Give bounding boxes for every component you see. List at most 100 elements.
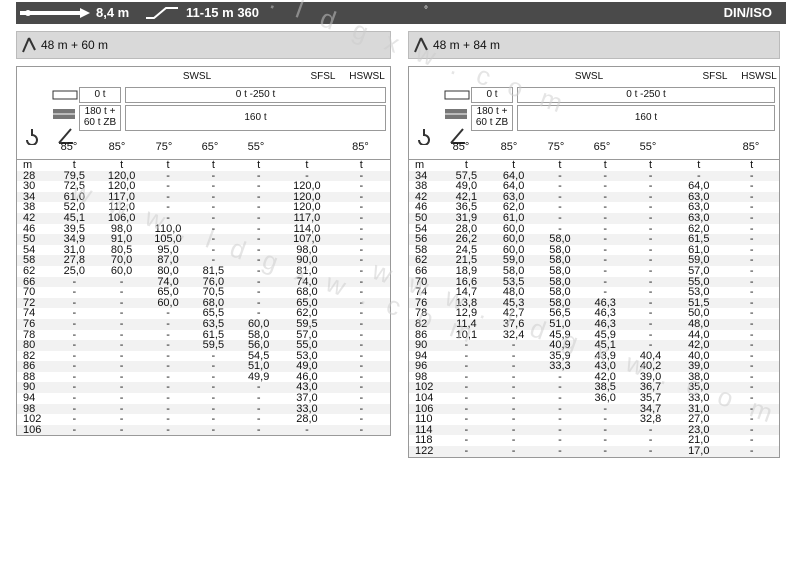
radius-cell: 106 bbox=[17, 425, 51, 436]
swsl-label: SWSL bbox=[182, 71, 212, 82]
ballast-main: 160 t bbox=[125, 105, 386, 131]
load-cell: - bbox=[490, 446, 538, 457]
unit-cell: t bbox=[257, 159, 261, 171]
load-cell: - bbox=[281, 425, 333, 436]
angle-header: 85° bbox=[352, 141, 369, 153]
counterweight-range: 0 t -250 t bbox=[125, 87, 386, 103]
load-cell: - bbox=[537, 213, 583, 224]
radius-cell: 42 bbox=[17, 213, 51, 224]
standard-label: DIN/ISO bbox=[723, 5, 772, 20]
counterweight-icon bbox=[444, 90, 470, 100]
hswsl-label: HSWSL bbox=[741, 71, 777, 82]
load-cell: - bbox=[724, 446, 779, 457]
ballast-superlift: 180 t + 60 t ZB bbox=[79, 105, 121, 131]
load-cell: - bbox=[648, 264, 653, 277]
load-cell: 60,0 bbox=[236, 319, 282, 330]
load-cell: 117,0 bbox=[281, 213, 333, 224]
load-cell: 58,0 bbox=[502, 264, 525, 277]
table-row: 62 25,0 60,0 80,0 81,5 - 81,0 - bbox=[17, 266, 390, 277]
radius-cell: 62 bbox=[23, 264, 36, 277]
luffing-jib-icon bbox=[414, 37, 428, 53]
load-cell: - bbox=[627, 213, 674, 224]
angle-header: 85° bbox=[60, 141, 78, 153]
load-rows: m t t t t t t t 28 79,5 120,0- - - - -30 72,5 120,0- - -12… bbox=[17, 159, 390, 436]
load-cell: - bbox=[582, 446, 628, 457]
load-cell: - bbox=[332, 213, 390, 224]
radius-range: 11-15 m 360 bbox=[186, 5, 260, 20]
boom-config-header: 48 m + 60 m bbox=[16, 31, 391, 59]
unit-cell: t bbox=[697, 159, 701, 171]
boom-config: 48 m + 84 m bbox=[433, 38, 501, 52]
counterweight-icon bbox=[52, 90, 78, 100]
load-cell: - bbox=[603, 264, 608, 277]
load-cell: 60,0 bbox=[110, 264, 133, 277]
load-cell: 48,0 bbox=[673, 319, 725, 330]
ballast-main: 160 t bbox=[517, 105, 775, 131]
load-cell: - bbox=[190, 213, 237, 224]
boom-length: 8,4 m bbox=[96, 5, 130, 20]
table-header: SWSL SFSL HSWSL 0 t0 t -250 t 180 t + 60 t Z… bbox=[17, 67, 390, 160]
table-header: SWSL SFSL HSWSL 0 t0 t -250 t 180 t + 60 t Z… bbox=[409, 67, 779, 160]
unit-cell: t bbox=[464, 159, 468, 171]
load-cell: 63,5 bbox=[190, 319, 237, 330]
table-row: 50 31,9 61,0- - -63,0- bbox=[409, 213, 779, 224]
load-cell: - bbox=[145, 213, 191, 224]
load-cell: - bbox=[97, 319, 146, 330]
load-cell: - bbox=[236, 425, 282, 436]
angle-header: 55° bbox=[247, 141, 265, 153]
right-load-chart: 48 m + 84 m SWSL SFSL HSWSL 0 t0 t -250 t 180… bbox=[408, 31, 781, 458]
angle-row: 85° 85° 75° 65° 55° 85° bbox=[409, 141, 779, 157]
jib-icon bbox=[146, 7, 178, 19]
unit-cell: t bbox=[72, 159, 76, 171]
ballast-icon bbox=[53, 109, 75, 119]
angle-row: 85° 85° 75° 65° 55° 85° bbox=[17, 141, 390, 157]
load-cell: 25,0 bbox=[63, 264, 86, 277]
load-cell: - bbox=[724, 213, 779, 224]
load-cell: 57,0 bbox=[688, 264, 710, 277]
load-cell: - bbox=[359, 264, 364, 277]
unit-cell: m bbox=[23, 159, 33, 171]
load-cell: - bbox=[332, 319, 390, 330]
unit-cell: t bbox=[512, 159, 516, 171]
angle-header: 85° bbox=[108, 141, 126, 153]
angle-header: 85° bbox=[742, 141, 760, 153]
ballast-icon bbox=[445, 109, 467, 119]
table-row: 42 45,1 106,0- - -117,0- bbox=[17, 213, 390, 224]
load-cell: - bbox=[50, 425, 98, 436]
angle-header: 75° bbox=[155, 141, 173, 153]
load-cell: - bbox=[537, 446, 583, 457]
load-cell: - bbox=[724, 319, 779, 330]
unit-cell: t bbox=[603, 159, 607, 171]
load-cell: - bbox=[332, 425, 390, 436]
swsl-label: SWSL bbox=[574, 71, 604, 82]
load-table: SWSL SFSL HSWSL 0 t0 t -250 t 180 t + 60 t Z… bbox=[16, 66, 391, 437]
counterweight-range: 0 t -250 t bbox=[517, 87, 775, 103]
load-cell: 46,3 bbox=[582, 319, 628, 330]
load-cell: - bbox=[627, 446, 674, 457]
radius-cell: 76 bbox=[17, 319, 51, 330]
sfsl-label: SFSL bbox=[310, 71, 336, 82]
luffing-jib-icon bbox=[22, 37, 36, 53]
load-cell: 18,9 bbox=[455, 264, 478, 277]
load-cell: 61,0 bbox=[490, 213, 538, 224]
unit-cell: t bbox=[750, 159, 754, 171]
table-row: 76- - -63,5 60,0 59,5- bbox=[17, 319, 390, 330]
radius-cell: 82 bbox=[409, 319, 443, 330]
angle-header: 55° bbox=[639, 141, 657, 153]
top-bar: 8,4 m 11-15 m 360 ° DIN/ISO bbox=[16, 2, 786, 24]
load-cell: 45,1 bbox=[50, 213, 98, 224]
load-cell: - bbox=[236, 213, 282, 224]
table-row: 106- - - - - - - bbox=[17, 425, 390, 436]
radius-cell: 122 bbox=[409, 446, 443, 457]
unit-cell: m bbox=[415, 159, 425, 171]
load-cell: 81,0 bbox=[296, 264, 318, 277]
load-cell: 59,5 bbox=[281, 319, 333, 330]
load-cell: - bbox=[145, 319, 191, 330]
angle-header: 85° bbox=[452, 141, 470, 153]
load-cell: 81,5 bbox=[202, 264, 225, 277]
load-cell: - bbox=[97, 425, 146, 436]
angle-header: 65° bbox=[593, 141, 611, 153]
load-cell: 51,0 bbox=[537, 319, 583, 330]
unit-cell: t bbox=[649, 159, 653, 171]
load-cell: - bbox=[442, 446, 490, 457]
